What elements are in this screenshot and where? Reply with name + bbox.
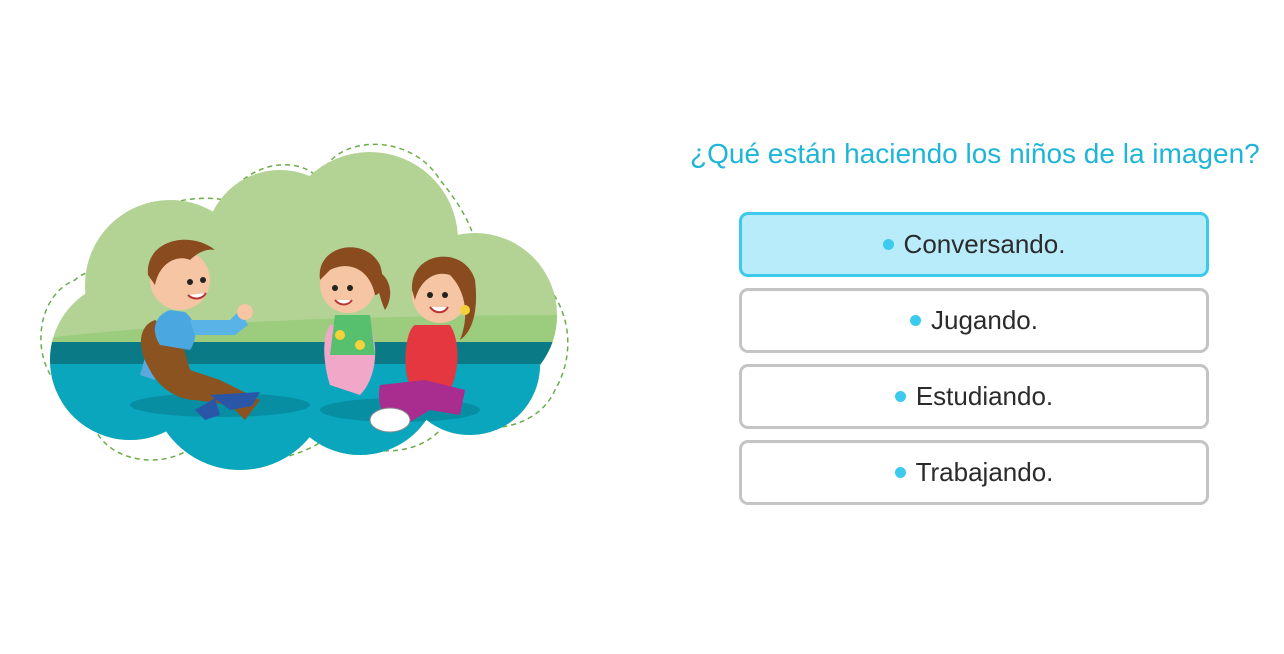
bullet-icon — [894, 391, 906, 402]
answer-option-label: Trabajando. — [915, 457, 1054, 487]
answer-option-jugando[interactable]: Jugando. — [739, 288, 1209, 353]
answer-option-conversando[interactable]: Conversando. — [739, 212, 1209, 277]
answer-option-label: Estudiando. — [915, 381, 1054, 411]
bullet-icon — [910, 315, 921, 326]
question-text: ¿Qué están haciendo los niños de la imag… — [690, 138, 1260, 169]
answer-options: Conversando. Jugando. Estudiando. Trabaj… — [739, 212, 1209, 516]
answer-option-estudiando[interactable]: Estudiando. — [739, 364, 1209, 429]
answer-option-label: Jugando. — [931, 305, 1038, 335]
answer-option-trabajando[interactable]: Trabajando. — [739, 440, 1209, 505]
bullet-icon — [882, 239, 894, 250]
children-talking-illustration — [40, 143, 569, 470]
bullet-icon — [894, 467, 906, 478]
answer-option-label: Conversando. — [903, 229, 1066, 259]
